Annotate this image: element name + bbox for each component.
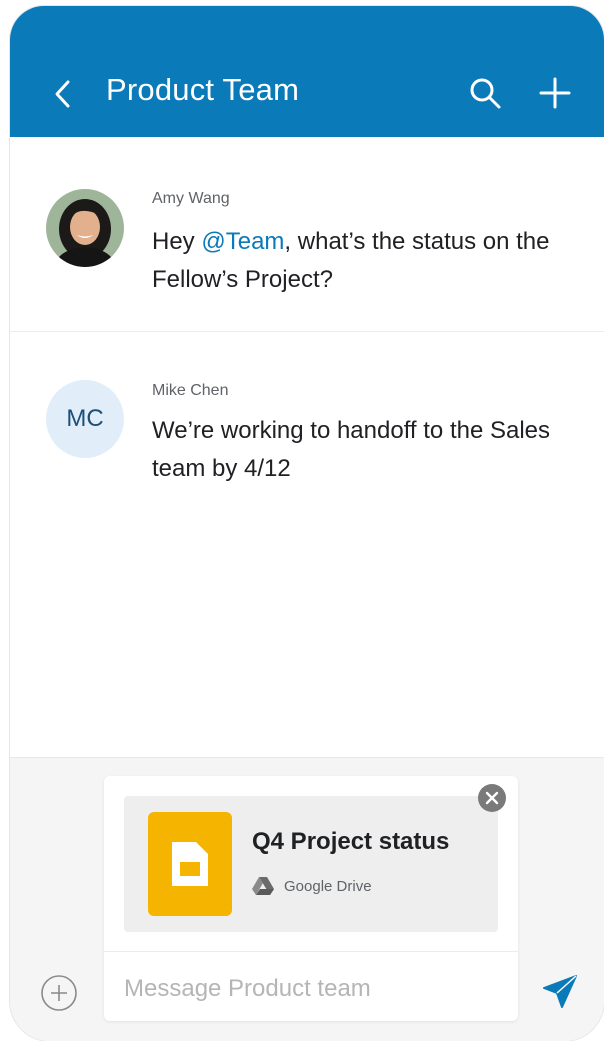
message-text: We’re working to handoff to the Sales te… bbox=[152, 417, 551, 482]
attachment-chip[interactable]: Q4 Project status Google Drive bbox=[124, 796, 498, 932]
channel-title: Product Team bbox=[106, 72, 300, 107]
file-source-label: Google Drive bbox=[284, 877, 372, 895]
composer-card: Q4 Project status Google Drive bbox=[104, 776, 518, 1021]
search-button[interactable] bbox=[468, 76, 502, 110]
app-header: Product Team bbox=[10, 6, 604, 137]
back-button[interactable] bbox=[50, 78, 78, 110]
message-input[interactable] bbox=[122, 966, 506, 1012]
file-name: Q4 Project status bbox=[252, 828, 450, 855]
message-text-part: Hey bbox=[152, 228, 202, 255]
chevron-left-icon bbox=[55, 80, 70, 108]
file-source: Google Drive bbox=[252, 876, 372, 896]
send-button[interactable] bbox=[540, 972, 580, 1012]
google-slides-icon bbox=[148, 812, 232, 916]
sender-name: Mike Chen bbox=[152, 382, 229, 399]
add-button[interactable] bbox=[538, 76, 572, 110]
message-item: MC Mike Chen We’re working to handoff to… bbox=[10, 332, 604, 757]
add-attachment-button[interactable] bbox=[40, 974, 78, 1012]
remove-attachment-button[interactable] bbox=[478, 784, 506, 812]
team-mention-link[interactable]: @Team bbox=[201, 228, 284, 255]
sender-name: Amy Wang bbox=[152, 190, 230, 207]
message-text: Hey @Team, what’s the status on the Fell… bbox=[152, 223, 552, 299]
google-drive-icon bbox=[252, 877, 274, 895]
avatar[interactable] bbox=[46, 189, 124, 267]
avatar[interactable]: MC bbox=[46, 380, 124, 458]
chat-screen: Product Team Amy Wang Hey @Team, what’s … bbox=[10, 6, 604, 1041]
plus-circle-icon bbox=[41, 975, 77, 1011]
close-icon bbox=[485, 791, 499, 805]
composer-area: Q4 Project status Google Drive bbox=[10, 757, 604, 1041]
divider bbox=[104, 951, 518, 952]
search-icon bbox=[470, 78, 501, 109]
plus-icon bbox=[539, 77, 571, 109]
message-item: Amy Wang Hey @Team, what’s the status on… bbox=[10, 137, 604, 332]
